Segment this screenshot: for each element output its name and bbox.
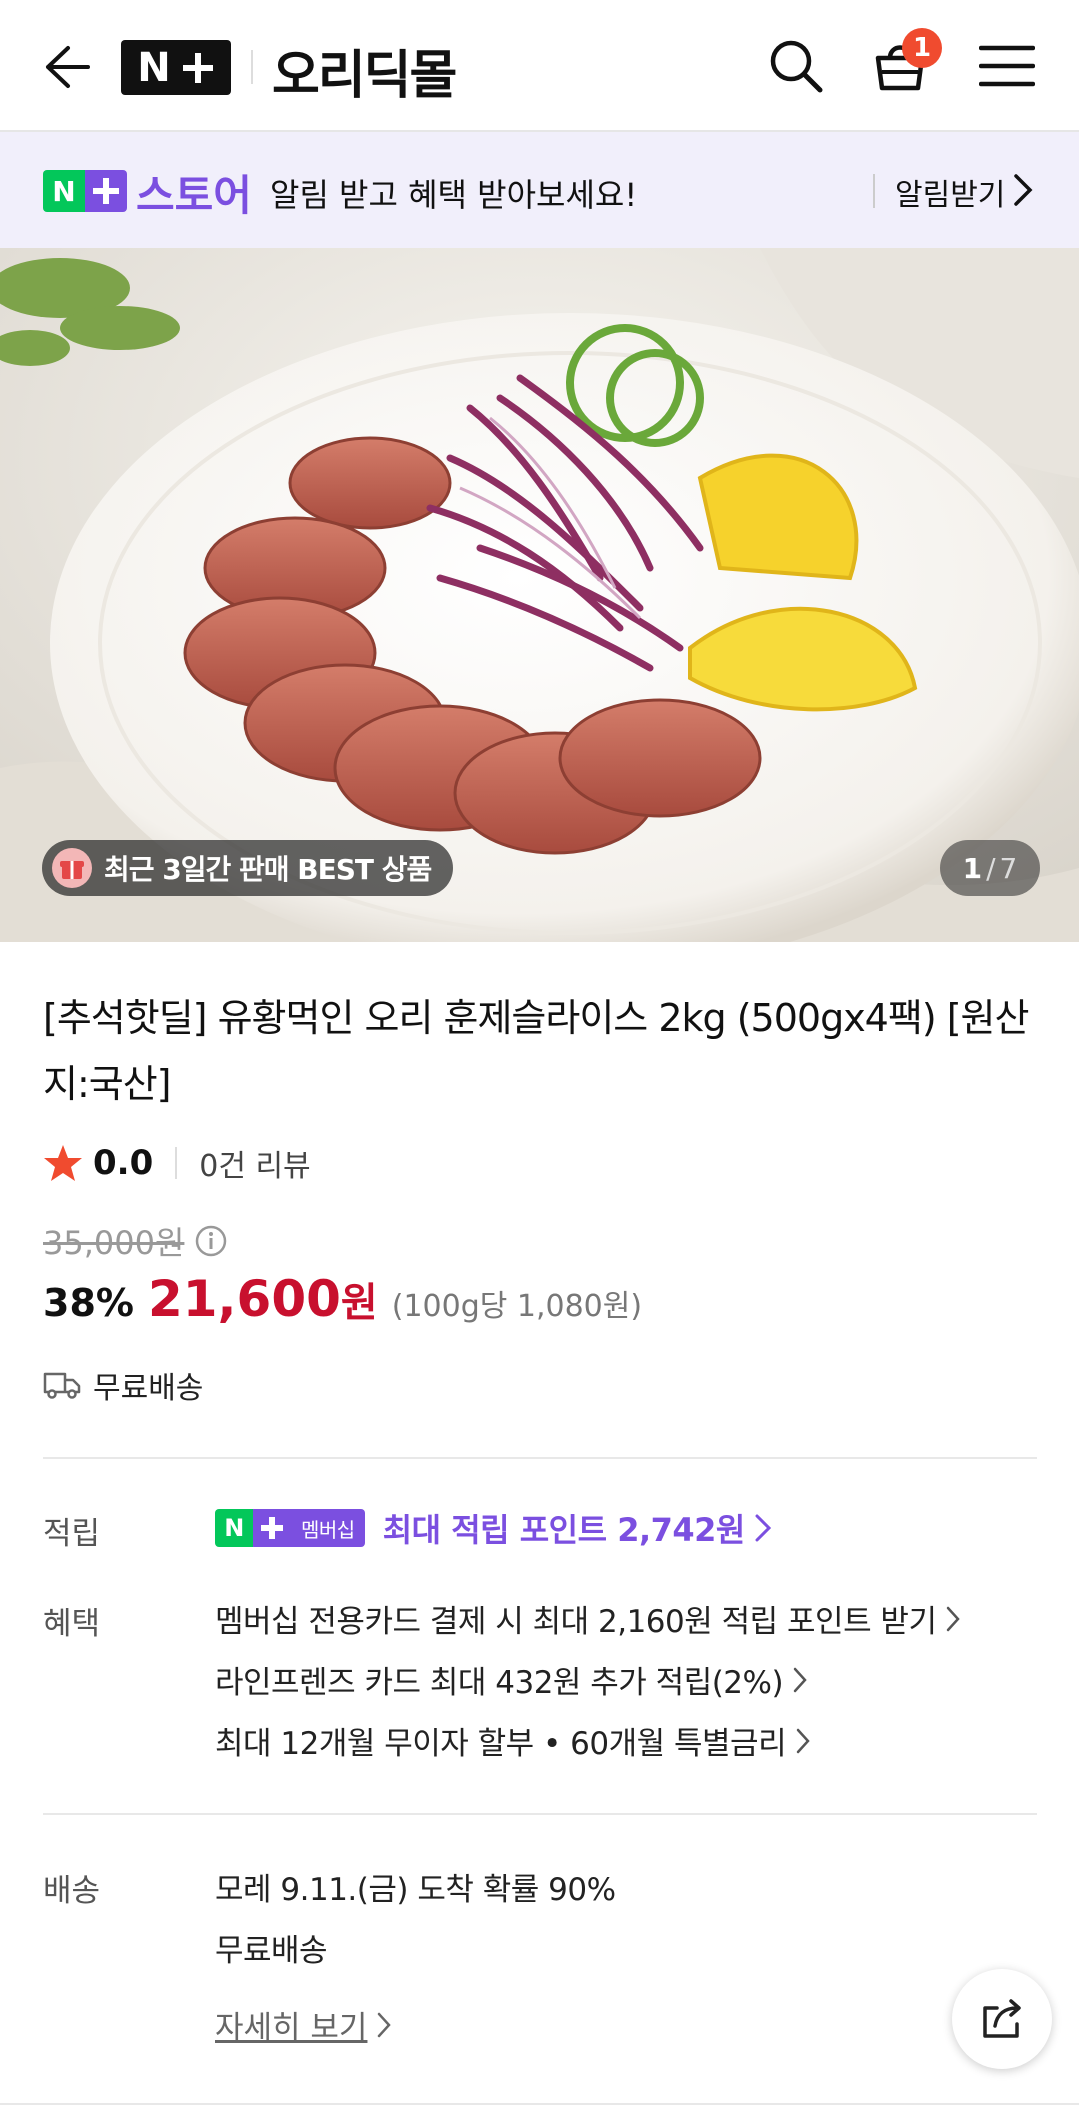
plus-icon [181,51,215,85]
banner-divider [873,174,875,208]
max-points-text: 최대 적립 포인트 2,742원 [382,1511,746,1549]
search-icon[interactable] [762,32,830,100]
price-row: 38% 21,600 원 (100g당 1,080원) [43,1270,642,1336]
n-logo-text: N [43,170,85,212]
product-title: [추석핫딜] 유황먹인 오리 훈제슬라이스 2kg (500gx4팩) [원산지… [43,996,1029,1106]
sale-price: 21,600 [147,1270,341,1328]
product-photo [0,248,1079,942]
chevron-right-icon [755,1514,771,1542]
cart-button[interactable]: 1 [866,28,942,100]
benefit-label: 혜택 [43,1606,101,1642]
benefit-text: 멤버십 전용카드 결제 시 최대 2,160원 적립 포인트 받기 [215,1604,937,1640]
benefit-text: 최대 12개월 무이자 할부 • 60개월 특별금리 [215,1726,787,1762]
rating-row[interactable]: 0.0 0건 리뷰 [43,1138,311,1188]
top-header: N+ N 오리딕몰 1 [0,0,1079,132]
chevron-right-icon [796,1728,810,1753]
unit-price: (100g당 1,080원) [391,1289,643,1324]
store-label: 스토어 [136,171,252,220]
image-counter: 1 / 7 [940,840,1040,896]
info-icon[interactable] [194,1224,228,1262]
plus-icon [253,1509,291,1547]
free-shipping-text: 무료배송 [93,1371,204,1406]
best-seller-text: 최근 3일간 판매 BEST 상품 [104,853,432,886]
delivery-arrival: 모레 9.11.(금) 도착 확률 90% [215,1872,616,1908]
rating-divider [175,1147,178,1179]
notification-subscribe-button[interactable]: 알림받기 [895,170,1005,214]
image-counter-total: 7 [999,851,1018,885]
cart-count-badge: 1 [902,28,942,68]
gift-icon [52,848,92,888]
star-icon [44,1145,82,1181]
benefit-text: 라인프렌즈 카드 최대 432원 추가 적립(2%) [215,1665,784,1701]
benefit-item[interactable]: 멤버십 전용카드 결제 시 최대 2,160원 적립 포인트 받기 [215,1596,962,1641]
truck-icon [43,1372,81,1399]
bottom-divider [0,2103,1079,2105]
image-counter-separator: / [986,851,996,885]
chevron-right-icon [378,2012,392,2037]
image-counter-current: 1 [962,851,983,885]
delivery-detail-link[interactable]: 자세히 보기 [215,2002,393,2047]
original-price: 35,000원 [43,1224,185,1262]
share-button[interactable] [952,1969,1052,2069]
review-count[interactable]: 0건 리뷰 [199,1141,310,1185]
free-shipping-row: 무료배송 [43,1363,203,1407]
nplus-logo[interactable]: N+ N [121,40,231,95]
delivery-fee: 무료배송 [215,1933,328,1969]
logo-divider [251,50,253,84]
share-icon [983,1999,1021,2038]
membership-badge: N 멤버십 [215,1509,365,1547]
price-currency: 원 [340,1280,378,1326]
best-seller-badge: 최근 3일간 판매 BEST 상품 [42,840,454,896]
rating-value: 0.0 [93,1143,154,1183]
section-divider [43,1457,1037,1459]
nplus-store-logo: N [43,170,127,212]
back-arrow-icon[interactable] [38,40,92,94]
product-image-carousel[interactable]: 최근 3일간 판매 BEST 상품 1 / 7 [0,248,1079,942]
plus-icon [85,170,127,212]
chevron-right-icon [1012,172,1034,212]
points-row[interactable]: N 멤버십 최대 적립 포인트 2,742원 [215,1505,773,1551]
store-message: 알림 받고 혜택 받아보세요! [270,176,638,214]
chevron-right-icon [947,1606,961,1631]
chevron-right-icon [793,1667,807,1692]
store-notification-banner[interactable]: N 스토어 알림 받고 혜택 받아보세요! 알림받기 [0,132,1079,248]
mall-name[interactable]: 오리딕몰 [272,33,457,108]
membership-badge-n: N [215,1509,253,1547]
delivery-detail-text: 자세히 보기 [215,2010,368,2046]
menu-icon[interactable] [973,32,1041,100]
membership-badge-text: 멤버십 [291,1509,365,1547]
discount-rate: 38% [43,1281,134,1325]
benefit-item[interactable]: 라인프렌즈 카드 최대 432원 추가 적립(2%) [215,1657,809,1702]
benefit-item[interactable]: 최대 12개월 무이자 할부 • 60개월 특별금리 [215,1718,812,1763]
delivery-label: 배송 [43,1873,101,1909]
points-label: 적립 [43,1516,101,1552]
section-divider [43,1813,1037,1815]
n-letter: N [137,44,171,91]
